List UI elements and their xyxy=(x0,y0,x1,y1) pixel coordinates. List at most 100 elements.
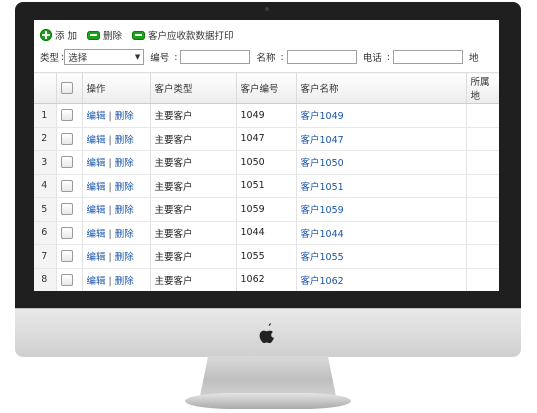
add-button[interactable]: 添 加 xyxy=(40,28,77,42)
type-select[interactable]: 选择 ▼ xyxy=(64,49,145,65)
phone-filter-label: 电话 xyxy=(362,53,382,64)
code-input[interactable] xyxy=(180,50,251,64)
customer-name-cell: 客户1051 xyxy=(296,174,467,198)
row-checkbox[interactable] xyxy=(60,203,73,216)
edit-link[interactable]: 编辑 xyxy=(87,135,106,146)
table-row[interactable]: 5 编辑 | 删除 主要客户 1059 客户1059 xyxy=(34,197,499,222)
customer-code-cell: 1047 xyxy=(236,127,297,151)
delete-link[interactable]: 删除 xyxy=(115,135,134,146)
customer-name-link[interactable]: 客户1047 xyxy=(301,135,344,146)
table-row[interactable]: 8 编辑 | 删除 主要客户 1062 客户1062 xyxy=(34,268,499,291)
row-checkbox[interactable] xyxy=(60,109,73,122)
customer-name-link[interactable]: 客户1059 xyxy=(301,205,344,216)
col-header-type[interactable]: 客户类型 xyxy=(150,72,237,104)
row-checkbox-cell xyxy=(56,244,83,269)
delete-link[interactable]: 删除 xyxy=(115,252,134,263)
row-checkbox[interactable] xyxy=(60,156,73,169)
row-checkbox[interactable] xyxy=(60,226,73,239)
customer-name-link[interactable]: 客户1051 xyxy=(301,182,344,193)
monitor-stand xyxy=(200,356,336,396)
delete-icon xyxy=(87,30,101,40)
table-row[interactable]: 6 编辑 | 删除 主要客户 1044 客户1044 xyxy=(34,221,499,245)
row-checkbox-cell xyxy=(56,268,83,291)
col-header-name[interactable]: 客户名称 xyxy=(296,72,467,104)
add-icon xyxy=(40,29,52,41)
customer-name-cell: 客户1047 xyxy=(296,127,467,151)
row-checkbox-cell xyxy=(56,103,83,128)
customer-type-cell: 主要客户 xyxy=(150,174,237,198)
customer-name-link[interactable]: 客户1049 xyxy=(301,111,344,122)
delete-link[interactable]: 删除 xyxy=(115,276,134,287)
col-header-region[interactable]: 所属地 xyxy=(466,72,499,104)
customer-table: 操作 客户类型 客户编号 客户名称 所属地 1 编辑 | 删除 主要客户 1049 客户… xyxy=(34,72,499,291)
row-checkbox-cell xyxy=(56,221,83,245)
row-number: 8 xyxy=(34,268,57,291)
delete-link[interactable]: 删除 xyxy=(115,111,134,122)
action-separator: | xyxy=(108,158,112,170)
row-checkbox[interactable] xyxy=(60,273,73,286)
edit-link[interactable]: 编辑 xyxy=(87,252,106,263)
row-number: 2 xyxy=(34,127,57,151)
phone-input[interactable] xyxy=(393,50,464,64)
edit-link[interactable]: 编辑 xyxy=(87,111,106,122)
col-header-code[interactable]: 客户编号 xyxy=(236,72,297,104)
select-all-cell xyxy=(56,72,83,104)
print-button[interactable]: 客户应收款数据打印 xyxy=(132,28,234,42)
row-checkbox-cell xyxy=(56,197,83,222)
customer-code-cell: 1050 xyxy=(236,150,297,175)
row-checkbox-cell xyxy=(56,150,83,175)
row-number: 4 xyxy=(34,174,57,198)
customer-type-cell: 主要客户 xyxy=(150,197,237,222)
edit-link[interactable]: 编辑 xyxy=(87,229,106,240)
customer-code-cell: 1044 xyxy=(236,221,297,245)
table-row[interactable]: 2 编辑 | 删除 主要客户 1047 客户1047 xyxy=(34,127,499,151)
customer-type-cell: 主要客户 xyxy=(150,221,237,245)
edit-link[interactable]: 编辑 xyxy=(87,158,106,169)
table-row[interactable]: 1 编辑 | 删除 主要客户 1049 客户1049 xyxy=(34,103,499,128)
row-number: 3 xyxy=(34,150,57,175)
delete-link[interactable]: 删除 xyxy=(115,182,134,193)
delete-link[interactable]: 删除 xyxy=(115,205,134,216)
add-label: 添 加 xyxy=(55,31,78,42)
address-filter-label: 地 xyxy=(469,53,479,64)
table-row[interactable]: 4 编辑 | 删除 主要客户 1051 客户1051 xyxy=(34,174,499,198)
customer-name-link[interactable]: 客户1062 xyxy=(301,276,344,287)
table-row[interactable]: 3 编辑 | 删除 主要客户 1050 客户1050 xyxy=(34,150,499,175)
col-header-action[interactable]: 操作 xyxy=(82,72,151,104)
region-cell xyxy=(466,268,499,291)
row-number: 5 xyxy=(34,197,57,222)
edit-link[interactable]: 编辑 xyxy=(87,276,106,287)
apple-logo-icon xyxy=(259,323,275,344)
filter-bar: 类型: 选择 ▼ 编号 : 名称 : 电话 : 地 xyxy=(40,48,481,66)
region-cell xyxy=(466,103,499,128)
row-actions: 编辑 | 删除 xyxy=(82,103,151,128)
row-actions: 编辑 | 删除 xyxy=(82,221,151,245)
row-checkbox[interactable] xyxy=(60,250,73,263)
table-header-row: 操作 客户类型 客户编号 客户名称 所属地 xyxy=(34,72,499,104)
region-cell xyxy=(466,244,499,269)
camera xyxy=(265,7,269,11)
row-actions: 编辑 | 删除 xyxy=(82,174,151,198)
customer-name-link[interactable]: 客户1050 xyxy=(301,158,344,169)
region-cell xyxy=(466,197,499,222)
delete-button[interactable]: 删除 xyxy=(87,28,122,42)
customer-name-link[interactable]: 客户1055 xyxy=(301,252,344,263)
delete-link[interactable]: 删除 xyxy=(115,229,134,240)
monitor-stand-base xyxy=(185,393,351,409)
region-cell xyxy=(466,127,499,151)
row-checkbox[interactable] xyxy=(60,132,73,145)
row-checkbox[interactable] xyxy=(60,179,73,192)
edit-link[interactable]: 编辑 xyxy=(87,182,106,193)
action-separator: | xyxy=(108,181,112,193)
delete-label: 删除 xyxy=(103,31,123,42)
region-cell xyxy=(466,150,499,175)
name-input[interactable] xyxy=(286,50,357,64)
row-number: 6 xyxy=(34,221,57,245)
delete-link[interactable]: 删除 xyxy=(115,158,134,169)
customer-code-cell: 1059 xyxy=(236,197,297,222)
edit-link[interactable]: 编辑 xyxy=(87,205,106,216)
customer-type-cell: 主要客户 xyxy=(150,150,237,175)
customer-name-link[interactable]: 客户1044 xyxy=(301,229,344,240)
table-row[interactable]: 7 编辑 | 删除 主要客户 1055 客户1055 xyxy=(34,244,499,269)
select-all-checkbox[interactable] xyxy=(60,82,73,94)
